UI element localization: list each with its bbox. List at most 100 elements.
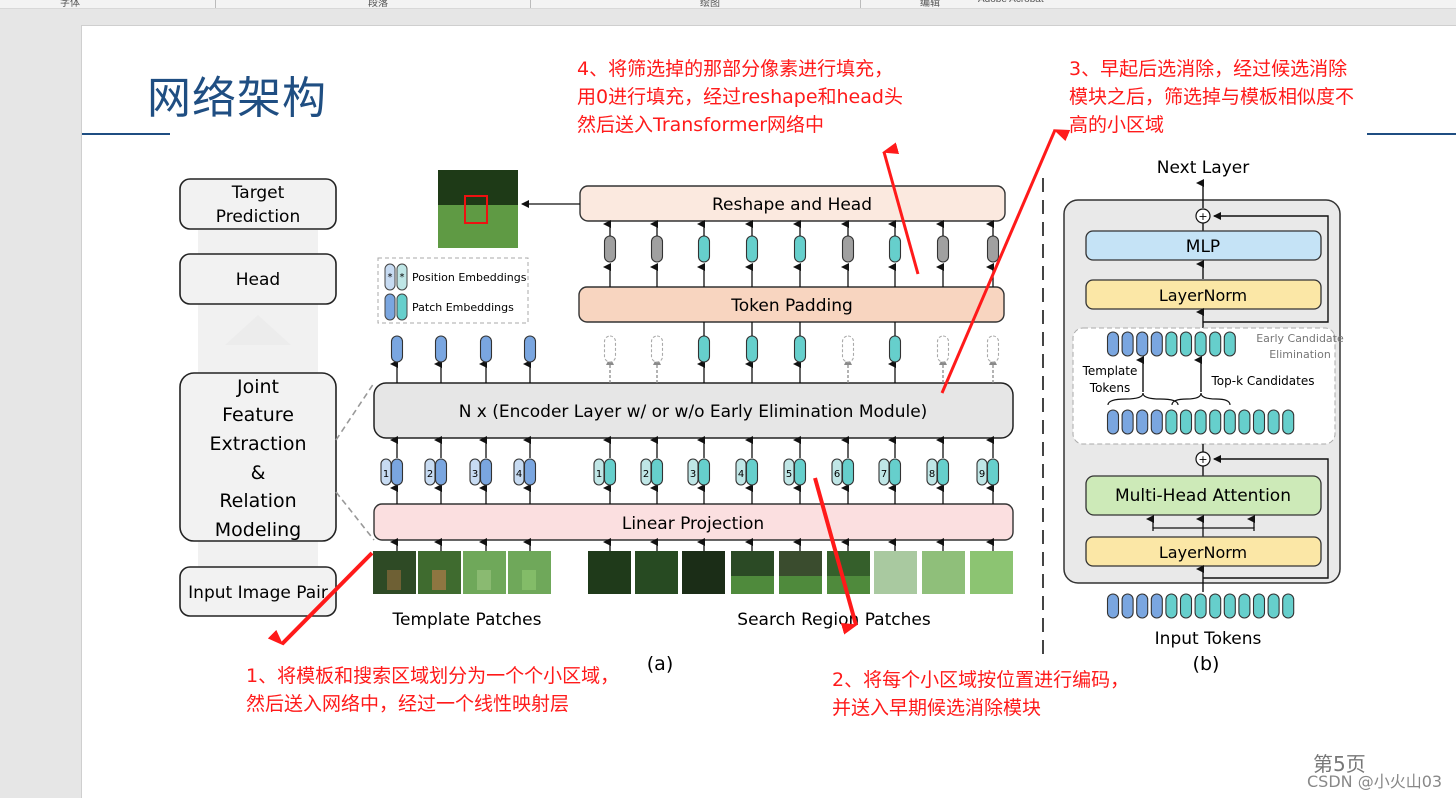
template-patch-embedding	[390, 458, 404, 486]
csdn-watermark: CSDN @小火山03	[1307, 772, 1443, 791]
template-output-token	[390, 335, 404, 363]
prediction-image	[438, 170, 518, 248]
ece-kept-token	[1106, 331, 1120, 357]
template-patch-detail	[477, 570, 491, 590]
search-patch	[588, 551, 631, 594]
template-patch-detail	[522, 570, 536, 590]
joint-feature-box	[179, 372, 337, 542]
figure-label-a: (a)	[647, 653, 673, 675]
layernorm-top-label: LayerNorm	[1159, 286, 1247, 305]
eliminated-search-token	[986, 335, 1000, 363]
template-tokens-line2: Tokens	[1089, 381, 1130, 395]
input-token	[1238, 593, 1251, 619]
template-position-number: 2	[427, 469, 433, 480]
template-tokens-line1: Template	[1082, 364, 1138, 378]
template-patch-embedding	[434, 458, 448, 486]
ece-input-token	[1179, 409, 1193, 435]
search-patches-label: Search Region Patches	[737, 610, 931, 630]
input-token	[1150, 593, 1163, 619]
mha-label: Multi-Head Attention	[1115, 486, 1291, 506]
search-position-number: 2	[643, 469, 649, 480]
search-patch-embedding	[745, 458, 759, 486]
embedding-legend: * * Position Embeddings Patch Embeddings	[377, 257, 529, 324]
figure-label-b: (b)	[1193, 653, 1220, 675]
template-patch-embedding	[523, 458, 537, 486]
input-tokens-label: Input Tokens	[1155, 629, 1262, 649]
annotation-note-4: 4、将筛选掉的那部分像素进行填充， 用0进行填充，经过reshape和head头…	[577, 58, 903, 136]
ece-title-line2: Elimination	[1269, 348, 1331, 361]
zoom-guide-bottom	[335, 491, 375, 541]
search-position-number: 6	[834, 469, 840, 480]
joint-line6: Modeling	[215, 519, 301, 541]
token-padding-label: Token Padding	[730, 296, 853, 316]
template-position-number: 1	[383, 469, 389, 480]
kept-search-token	[793, 335, 807, 363]
joint-line1: Joint	[236, 376, 279, 398]
search-patch-embedding	[841, 458, 855, 486]
ece-input-token	[1150, 409, 1163, 435]
ece-kept-token	[1209, 331, 1222, 357]
ece-input-token	[1282, 409, 1295, 435]
svg-text:+: +	[1198, 210, 1207, 223]
search-position-number: 9	[979, 469, 985, 480]
encoder-layer-detail: Next Layer + MLP LayerNorm Early Candida…	[1063, 158, 1344, 675]
input-token	[1136, 593, 1149, 619]
ece-kept-token	[1179, 331, 1193, 357]
ece-kept-token	[1194, 331, 1207, 357]
search-patch-grass	[731, 576, 774, 594]
input-token	[1282, 593, 1295, 619]
joint-line5: Relation	[219, 490, 296, 512]
search-position-number: 4	[738, 469, 744, 480]
input-token	[1121, 593, 1134, 619]
legend-patch-template-token	[384, 293, 396, 321]
ece-input-token	[1209, 409, 1222, 435]
template-output-token	[479, 335, 493, 363]
zoom-guide-top	[335, 382, 375, 441]
ece-input-token	[1121, 409, 1134, 435]
padded-kept-token	[745, 235, 759, 263]
eliminated-search-token	[650, 335, 664, 363]
search-patch	[874, 551, 917, 594]
template-patch-detail	[387, 570, 401, 590]
zero-padded-token	[936, 235, 950, 263]
zero-padded-token	[986, 235, 1000, 263]
topk-candidates-label: Top-k Candidates	[1211, 374, 1315, 388]
search-position-number: 5	[786, 469, 792, 480]
annotation-note-1: 1、将模板和搜索区域划分为一个个小区域， 然后送入网络中，经过一个线性映射层	[246, 665, 620, 715]
search-patch-embedding	[650, 458, 664, 486]
joint-line4: &	[251, 462, 266, 484]
padded-kept-token	[697, 235, 711, 263]
svg-text:*: *	[388, 272, 393, 283]
zero-padded-token	[650, 235, 664, 263]
encoder-label: N x (Encoder Layer w/ or w/o Early Elimi…	[459, 402, 928, 422]
legend-position-label: Position Embeddings	[412, 271, 527, 284]
eliminated-search-token	[603, 335, 617, 363]
search-patch-embedding	[888, 458, 902, 486]
annotation-note-2: 2、将每个小区域按位置进行编码， 并送入早期候选消除模块	[832, 669, 1130, 719]
svg-text:*: *	[400, 272, 405, 283]
ece-input-token	[1136, 409, 1149, 435]
search-patch-embedding	[697, 458, 711, 486]
ece-kept-token	[1136, 331, 1149, 357]
search-patch	[970, 551, 1013, 594]
input-token	[1252, 593, 1266, 619]
svg-text:+: +	[1198, 453, 1207, 466]
template-patch-embedding	[479, 458, 493, 486]
template-output-token	[523, 335, 537, 363]
search-patch-embedding	[603, 458, 617, 486]
search-patch	[635, 551, 678, 594]
linear-projection-label: Linear Projection	[622, 514, 764, 534]
pipeline-column: Target Prediction Head Joint Feature Ext…	[179, 178, 375, 617]
ece-kept-token	[1223, 331, 1236, 357]
search-patch-grass	[779, 576, 822, 594]
input-token	[1106, 593, 1120, 619]
input-token	[1267, 593, 1280, 619]
padded-kept-token	[793, 235, 807, 263]
eliminated-search-token	[841, 335, 855, 363]
annotation-note-3: 3、早起后选消除，经过候选消除 模块之后，筛选掉与模板相似度不 高的小区域	[1069, 58, 1355, 136]
joint-line2: Feature	[222, 404, 294, 426]
ece-input-token	[1238, 409, 1251, 435]
search-position-number: 1	[596, 469, 602, 480]
template-position-number: 3	[472, 469, 478, 480]
search-position-number: 8	[929, 469, 935, 480]
